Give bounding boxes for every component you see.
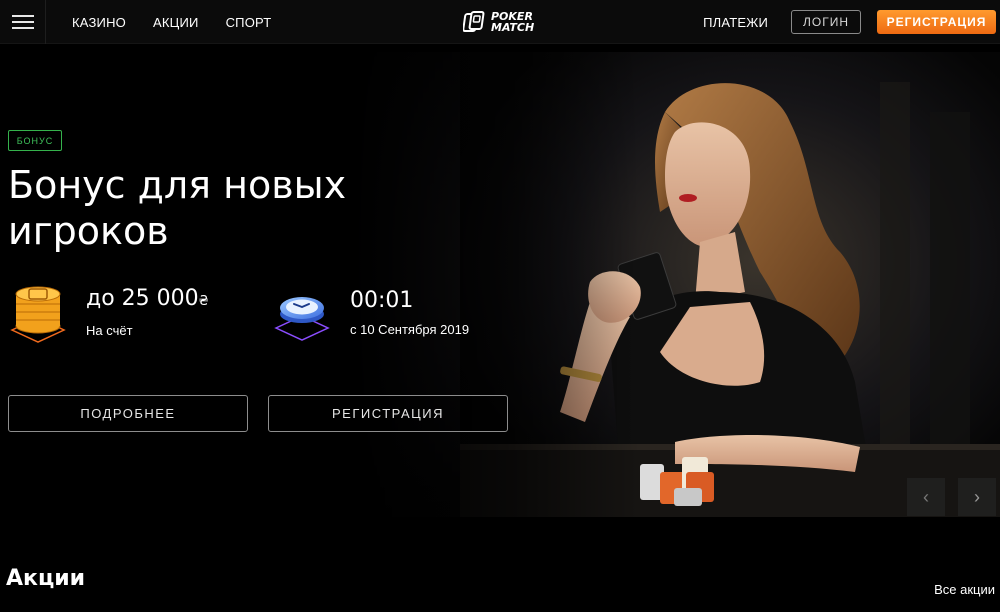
bonus-amount-label: На счёт bbox=[86, 323, 133, 338]
nav-link-casino[interactable]: КАЗИНО bbox=[72, 15, 126, 30]
bonus-badge: БОНУС bbox=[8, 130, 62, 151]
login-button[interactable]: ЛОГИН bbox=[791, 10, 861, 34]
hero-title: Бонус для новых игроков bbox=[8, 162, 488, 254]
logo[interactable]: POKER MATCH bbox=[463, 7, 543, 37]
time-label: с 10 Сентября 2019 bbox=[350, 321, 470, 337]
hero-title-line-2: игроков bbox=[8, 209, 169, 253]
details-button[interactable]: ПОДРОБНЕЕ bbox=[8, 395, 248, 432]
carousel-prev-button[interactable]: ‹ bbox=[907, 478, 945, 516]
time-value: 00:01 bbox=[350, 287, 414, 313]
chevron-right-icon: › bbox=[974, 486, 980, 507]
hero-register-button[interactable]: РЕГИСТРАЦИЯ bbox=[268, 395, 508, 432]
payments-link[interactable]: ПЛАТЕЖИ bbox=[703, 15, 768, 30]
bonus-amount-feature: до 25 000₴ На счёт bbox=[8, 280, 209, 344]
nav-link-sport[interactable]: СПОРТ bbox=[226, 15, 272, 30]
all-promotions-link[interactable]: Все акции bbox=[934, 582, 995, 597]
bonus-amount: до 25 000 bbox=[86, 286, 199, 311]
coins-stack-icon bbox=[10, 286, 66, 343]
menu-icon[interactable] bbox=[0, 0, 46, 44]
clock-icon bbox=[274, 297, 330, 341]
chevron-left-icon: ‹ bbox=[923, 486, 929, 507]
header-actions: ПЛАТЕЖИ ЛОГИН РЕГИСТРАЦИЯ bbox=[703, 0, 1000, 44]
main-nav: КАЗИНО АКЦИИ СПОРТ bbox=[72, 0, 271, 44]
logo-icon bbox=[463, 11, 485, 32]
logo-line-2: MATCH bbox=[491, 21, 535, 34]
carousel-next-button[interactable]: › bbox=[958, 478, 996, 516]
register-button[interactable]: РЕГИСТРАЦИЯ bbox=[877, 10, 996, 34]
bonus-time-feature: 00:01 с 10 Сентября 2019 bbox=[272, 280, 469, 344]
currency-symbol: ₴ bbox=[198, 294, 209, 309]
nav-link-promotions[interactable]: АКЦИИ bbox=[153, 15, 199, 30]
promotions-heading: Акции bbox=[6, 566, 86, 591]
logo-text: POKER MATCH bbox=[491, 11, 534, 33]
top-bar: КАЗИНО АКЦИИ СПОРТ POKER MATCH ПЛАТЕЖИ Л… bbox=[0, 0, 1000, 44]
hero-title-line-1: Бонус для новых bbox=[8, 163, 347, 207]
hero-banner: БОНУС Бонус для новых игроков до 25 000₴… bbox=[0, 52, 1000, 517]
